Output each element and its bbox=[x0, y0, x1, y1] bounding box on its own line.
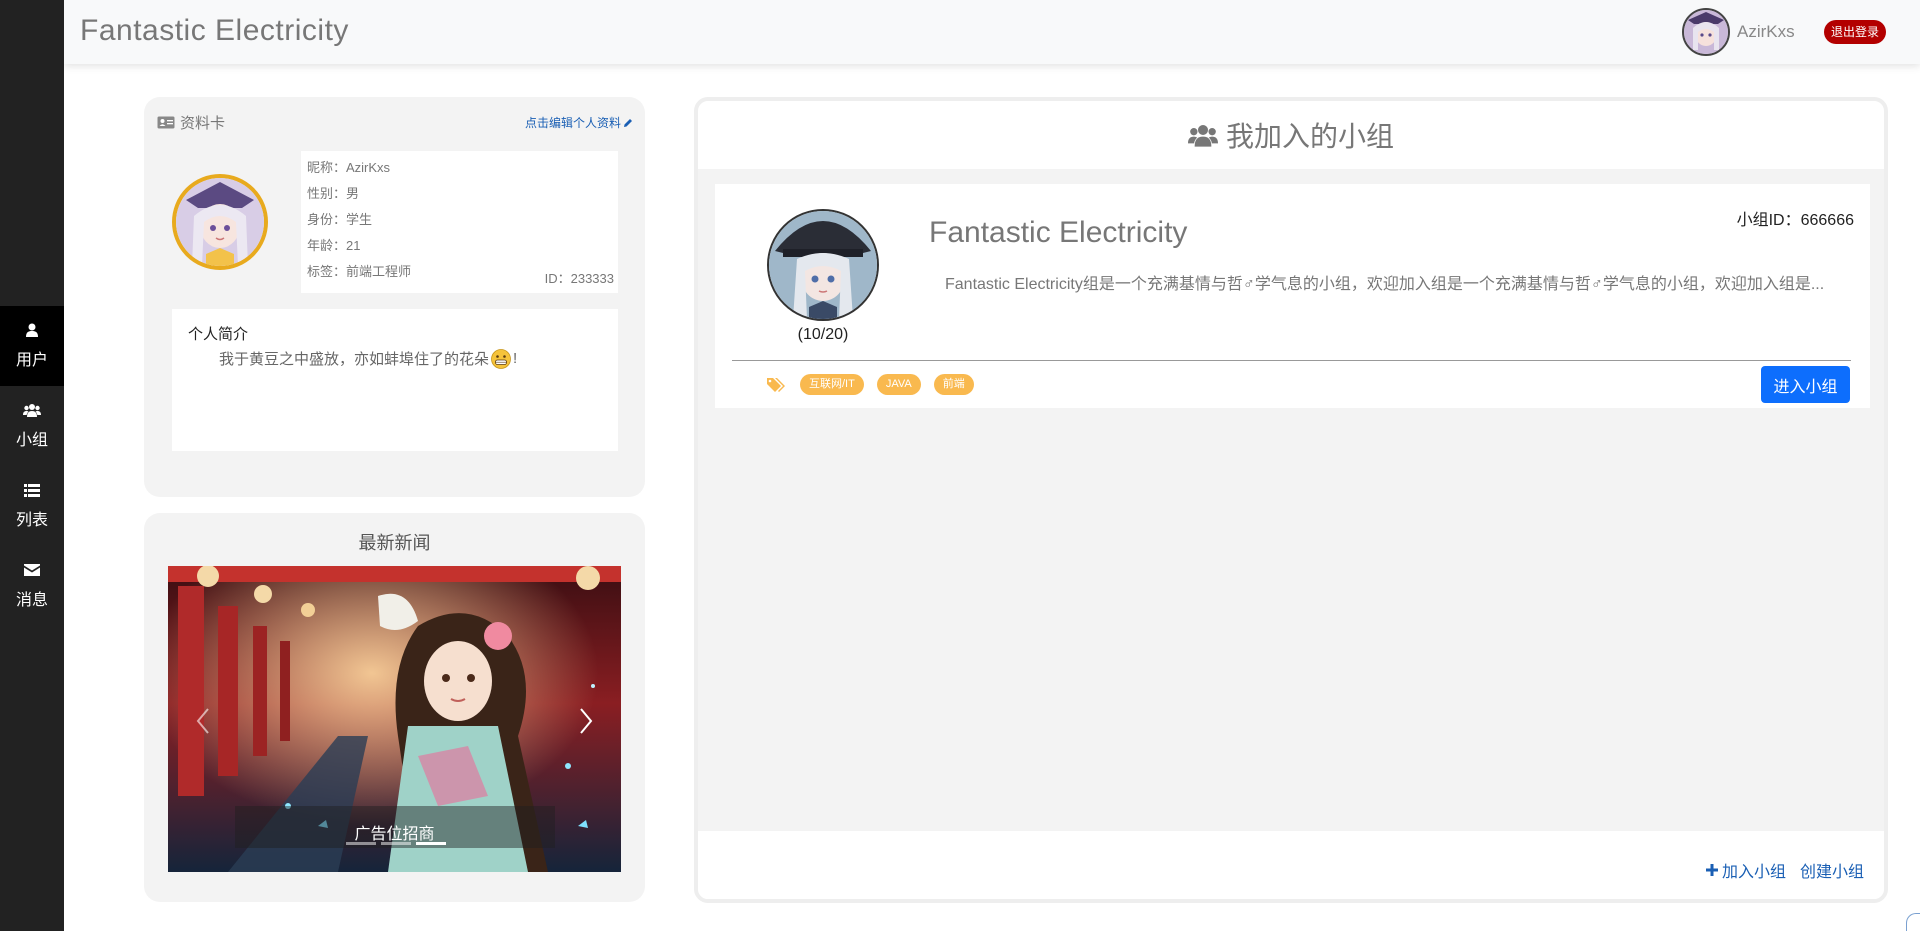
profile-nickname: 昵称：AzirKxs bbox=[307, 160, 391, 175]
user-icon bbox=[23, 322, 41, 338]
groups-list: (10/20) Fantastic Electricity 小组ID：66666… bbox=[698, 169, 1884, 831]
join-group-label: 加入小组 bbox=[1721, 864, 1786, 881]
create-group-link[interactable]: 创建小组 bbox=[1800, 858, 1864, 882]
profile-identity: 身份：学生 bbox=[307, 212, 373, 227]
group-divider bbox=[732, 360, 1851, 361]
carousel-next-button[interactable] bbox=[571, 706, 601, 736]
join-group-link[interactable]: 加入小组 bbox=[1705, 858, 1786, 882]
my-groups-title: 我加入的小组 bbox=[1225, 121, 1394, 152]
carousel-prev-button[interactable] bbox=[188, 706, 218, 736]
enter-group-button[interactable]: 进入小组 bbox=[1761, 366, 1850, 403]
group-avatar[interactable] bbox=[767, 209, 879, 321]
sidebar-item-label: 列表 bbox=[15, 512, 48, 529]
groups-footer: 加入小组 创建小组 bbox=[698, 831, 1884, 899]
carousel-indicator[interactable] bbox=[346, 842, 376, 845]
carousel-indicator-active[interactable] bbox=[416, 842, 446, 845]
group-description: Fantastic Electricity组是一个充满基情与哲♂学气息的小组，欢… bbox=[945, 276, 1825, 293]
intro-text: 我于黄豆之中盛放，亦如蚌埠住了的花朵 ! bbox=[188, 348, 602, 369]
grimace-emoji-icon bbox=[491, 348, 511, 369]
profile-card-title: 资料卡 bbox=[157, 112, 225, 133]
profile-gender: 性别：男 bbox=[307, 186, 360, 201]
group-card: (10/20) Fantastic Electricity 小组ID：66666… bbox=[715, 184, 1870, 408]
sidebar-item-label: 消息 bbox=[15, 592, 48, 609]
group-id: 小组ID：666666 bbox=[1736, 212, 1854, 229]
intro-title: 个人简介 bbox=[188, 326, 249, 343]
brand-title[interactable]: Fantastic Electricity bbox=[80, 14, 349, 48]
group-member-count: (10/20) bbox=[797, 326, 849, 343]
news-carousel[interactable]: 广告位招商 bbox=[168, 566, 621, 872]
logout-button[interactable]: 退出登录 bbox=[1824, 20, 1887, 44]
chevron-right-icon bbox=[580, 708, 593, 734]
group-name[interactable]: Fantastic Electricity bbox=[929, 216, 1187, 250]
my-groups-header: 我加入的小组 bbox=[698, 101, 1884, 169]
profile-info: 昵称：AzirKxs 性别：男 身份：学生 年龄：21 标签：前端工程师 ID：… bbox=[301, 151, 618, 293]
profile-age: 年龄：21 bbox=[307, 238, 361, 253]
edit-profile-label: 点击编辑个人资料 bbox=[524, 116, 621, 130]
users-icon bbox=[23, 402, 41, 418]
intro-box: 个人简介 我于黄豆之中盛放，亦如蚌埠住了的花朵 ! bbox=[172, 309, 618, 451]
news-title: 最新新闻 bbox=[358, 533, 431, 553]
sidebar-item-list[interactable]: 列表 bbox=[0, 466, 64, 546]
profile-card-title-text: 资料卡 bbox=[180, 115, 226, 132]
news-card: 最新新闻 广告位招商 bbox=[144, 513, 645, 902]
users-icon bbox=[1187, 125, 1218, 147]
groups-actions: 加入小组 创建小组 bbox=[1705, 858, 1864, 882]
intro-text-end: ! bbox=[513, 350, 518, 367]
edit-profile-link[interactable]: 点击编辑个人资料 bbox=[525, 114, 633, 131]
carousel-indicators bbox=[346, 842, 446, 845]
sidebar-item-label: 小组 bbox=[15, 432, 48, 449]
sidebar: 用户 小组 列表 消息 bbox=[0, 0, 64, 931]
profile-avatar bbox=[172, 174, 268, 270]
scroll-corner-indicator bbox=[1906, 913, 1920, 931]
id-card-icon bbox=[157, 116, 175, 129]
envelope-icon bbox=[23, 562, 41, 578]
sidebar-item-messages[interactable]: 消息 bbox=[0, 546, 64, 626]
group-tag[interactable]: JAVA bbox=[876, 374, 921, 395]
chevron-left-icon bbox=[196, 708, 209, 734]
header-username[interactable]: AzirKxs bbox=[1737, 22, 1795, 42]
carousel-indicator[interactable] bbox=[381, 842, 411, 845]
top-navbar: Fantastic Electricity AzirKxs 退出登录 bbox=[64, 0, 1920, 64]
list-icon bbox=[23, 482, 41, 498]
profile-card: 资料卡 点击编辑个人资料 昵称：AzirKxs 性别：男 身份：学生 年龄：21… bbox=[144, 97, 645, 497]
plus-icon bbox=[1705, 864, 1718, 876]
sidebar-item-groups[interactable]: 小组 bbox=[0, 386, 64, 466]
my-groups-panel: 我加入的小组 (10/20) Fantastic Electricity 小组I… bbox=[694, 97, 1888, 903]
group-tag[interactable]: 互联网/IT bbox=[800, 374, 864, 395]
user-avatar[interactable] bbox=[1682, 8, 1730, 56]
intro-text-body: 我于黄豆之中盛放，亦如蚌埠住了的花朵 bbox=[219, 351, 490, 368]
sidebar-item-label: 用户 bbox=[15, 352, 48, 369]
sidebar-item-user[interactable]: 用户 bbox=[0, 306, 64, 386]
pencil-icon bbox=[624, 118, 632, 127]
profile-id: ID：233333 bbox=[544, 271, 614, 286]
group-tag[interactable]: 前端 bbox=[933, 374, 974, 395]
group-tags: 互联网/IT JAVA 前端 bbox=[767, 374, 974, 395]
tags-icon bbox=[767, 377, 785, 392]
carousel-caption: 广告位招商 bbox=[354, 826, 435, 843]
